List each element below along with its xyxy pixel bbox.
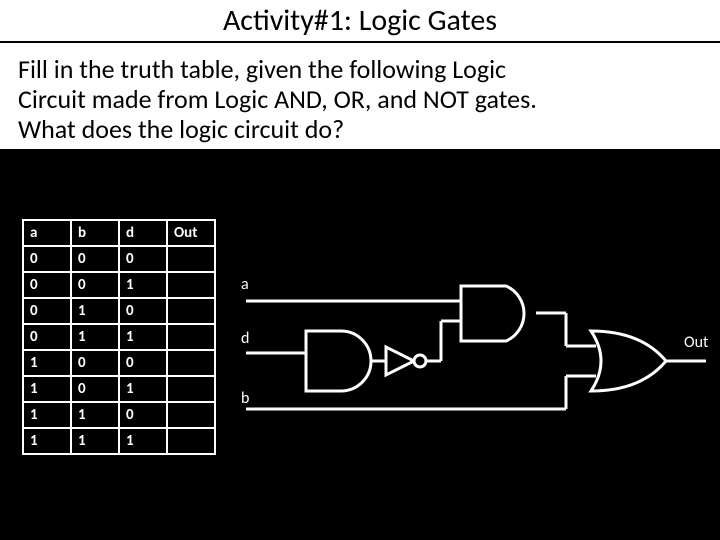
col-b: b <box>71 220 119 246</box>
instruction-text: Fill in the truth table, given the follo… <box>0 55 720 149</box>
label-out: Out <box>684 333 708 352</box>
page-title: Activity#1: Logic Gates <box>0 0 720 40</box>
body-line-1: Fill in the truth table, given the follo… <box>18 53 506 85</box>
circuit-svg <box>246 281 716 451</box>
table-header-row: a b d Out <box>23 220 215 246</box>
label-a: a <box>241 275 249 294</box>
table-row: 0 0 1 <box>23 272 215 298</box>
content-row: a b d Out 0 0 0 0 0 1 0 1 0 <box>0 219 720 456</box>
col-d: d <box>119 220 167 246</box>
logic-circuit-diagram: a d b Out <box>246 281 716 456</box>
col-out: Out <box>167 220 215 246</box>
table-row: 0 1 1 <box>23 324 215 350</box>
body-line-3: What does the logic circuit do? <box>18 113 344 145</box>
table-row: 1 1 1 <box>23 428 215 454</box>
label-b: b <box>241 389 249 408</box>
table-row: 1 0 0 <box>23 350 215 376</box>
col-a: a <box>23 220 71 246</box>
table-row: 0 1 0 <box>23 298 215 324</box>
table-row: 1 1 0 <box>23 402 215 428</box>
table-row: 0 0 0 <box>23 246 215 272</box>
label-d: d <box>241 329 249 348</box>
table-row: 1 0 1 <box>23 376 215 402</box>
slide: Activity#1: Logic Gates Fill in the trut… <box>0 0 720 540</box>
body-line-2: Circuit made from Logic AND, OR, and NOT… <box>18 83 537 115</box>
truth-table: a b d Out 0 0 0 0 0 1 0 1 0 <box>22 219 216 455</box>
